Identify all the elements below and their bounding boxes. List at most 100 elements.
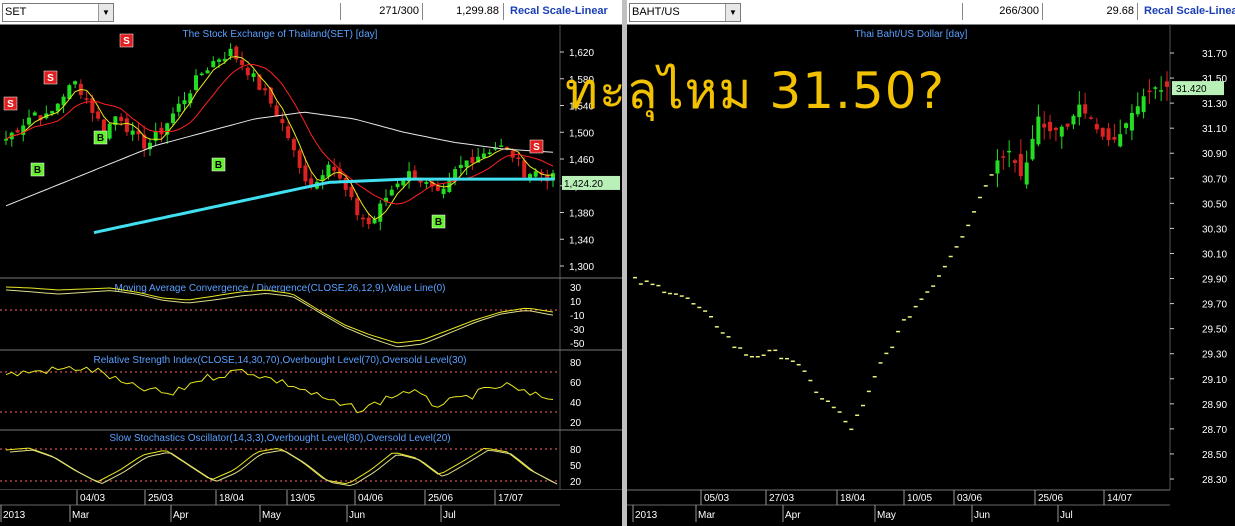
candle-body <box>1059 126 1064 137</box>
month-label: 2013 <box>3 510 26 521</box>
candle-body <box>194 75 199 91</box>
stoch-tick-label: 80 <box>570 445 582 456</box>
date-tick-label: 03/06 <box>957 493 982 504</box>
price-tick-label: 30.10 <box>1202 249 1227 260</box>
date-tick-label: 10/05 <box>907 493 932 504</box>
candle-body <box>245 67 250 76</box>
candle-body <box>15 130 20 133</box>
candle-body <box>4 139 8 141</box>
date-tick-label: 25/06 <box>428 493 453 504</box>
candle-body <box>332 167 337 171</box>
stoch-tick-label: 20 <box>570 477 582 488</box>
signal-label: B <box>34 165 41 176</box>
candle-body <box>205 70 210 74</box>
price-tick-label: 31.70 <box>1202 49 1227 60</box>
ma-cyan-line <box>93 177 555 235</box>
candle-body <box>1118 134 1123 147</box>
candle-body <box>1094 123 1099 130</box>
set-chart-svg[interactable]: The Stock Exchange of Thailand(SET) [day… <box>0 0 622 526</box>
macd-signal-line <box>5 289 554 348</box>
macd-tick-label: -50 <box>570 339 585 350</box>
month-label: 2013 <box>635 510 658 521</box>
price-tick-label: 29.90 <box>1202 275 1227 286</box>
candle-body <box>1030 138 1035 160</box>
candle-body <box>1147 90 1152 93</box>
candle-body <box>1024 162 1029 185</box>
month-label: Apr <box>785 510 801 521</box>
month-label: Jul <box>1060 510 1073 521</box>
date-tick-label: 18/04 <box>219 493 244 504</box>
stoch-d-line <box>9 449 558 487</box>
candle-body <box>297 150 302 169</box>
rsi-tick-label: 80 <box>570 358 582 369</box>
annotation-text: ทะลุไหม 31.50? <box>565 62 946 120</box>
candle-body <box>1048 121 1053 132</box>
month-label: May <box>877 510 896 521</box>
price-tick-label: 28.70 <box>1202 425 1227 436</box>
candle-body <box>1042 123 1047 128</box>
candle-body <box>170 113 175 123</box>
candle-body <box>487 152 492 155</box>
last-price-label: 31.420 <box>1176 84 1207 95</box>
candle-body <box>366 217 371 225</box>
candle-body <box>84 98 89 100</box>
candle-body <box>130 130 135 135</box>
price-tick-label: 1,380 <box>569 209 594 220</box>
candle-body <box>1083 104 1088 114</box>
month-label: Jun <box>349 510 365 521</box>
macd-tick-label: -10 <box>570 311 585 322</box>
date-tick-label: 04/03 <box>80 493 105 504</box>
candle-body <box>1018 153 1023 177</box>
price-tick-label: 31.30 <box>1202 99 1227 110</box>
macd-tick-label: 10 <box>570 297 582 308</box>
candle-body <box>395 183 400 188</box>
price-tick-label: 28.90 <box>1202 400 1227 411</box>
candle-body <box>211 61 216 68</box>
candle-body <box>27 117 32 125</box>
candle-body <box>1165 81 1169 87</box>
price-tick-label: 31.10 <box>1202 124 1227 135</box>
date-tick-label: 18/04 <box>840 493 865 504</box>
rsi-title: Relative Strength Index(CLOSE,14,30,70),… <box>94 355 467 366</box>
date-tick-label: 04/06 <box>358 493 383 504</box>
candle-body <box>464 160 469 168</box>
candle-body <box>73 81 78 85</box>
candle-body <box>389 189 394 196</box>
date-tick-label: 25/03 <box>148 493 173 504</box>
candle-body <box>119 116 124 122</box>
candle-body <box>378 203 383 222</box>
ma-red-line <box>5 63 554 205</box>
price-tick-label: 1,300 <box>569 262 594 273</box>
last-price-label: 1,424.20 <box>564 179 603 190</box>
price-tick-label: 30.70 <box>1202 174 1227 185</box>
candle-body <box>228 48 233 57</box>
candle-body <box>240 59 245 65</box>
candle-body <box>274 105 279 117</box>
candle-body <box>481 153 486 158</box>
date-tick-label: 17/07 <box>498 493 523 504</box>
price-tick-label: 28.30 <box>1202 475 1227 486</box>
candle-body <box>176 103 181 112</box>
rsi-tick-label: 20 <box>570 418 582 429</box>
price-tick-label: 1,460 <box>569 155 594 166</box>
price-tick-label: 29.50 <box>1202 325 1227 336</box>
candle-body <box>96 111 101 119</box>
candle-body <box>1053 127 1058 131</box>
signal-label: S <box>7 99 14 110</box>
candle-body <box>360 217 365 220</box>
candle-body <box>251 73 256 77</box>
candle-body <box>1036 116 1041 145</box>
candle-body <box>412 170 417 179</box>
price-tick-label: 29.70 <box>1202 300 1227 311</box>
price-tick-label: 30.90 <box>1202 149 1227 160</box>
candle-body <box>286 126 291 139</box>
candle-body <box>1071 115 1076 125</box>
macd-tick-label: 30 <box>570 283 582 294</box>
candle-body <box>50 111 55 114</box>
stoch-title: Slow Stochastics Oscillator(14,3,3),Over… <box>109 433 450 444</box>
month-label: Mar <box>72 510 90 521</box>
candle-body <box>1112 137 1117 140</box>
macd-tick-label: -30 <box>570 325 585 336</box>
signal-label: S <box>47 73 54 84</box>
candle-body <box>1001 156 1006 158</box>
